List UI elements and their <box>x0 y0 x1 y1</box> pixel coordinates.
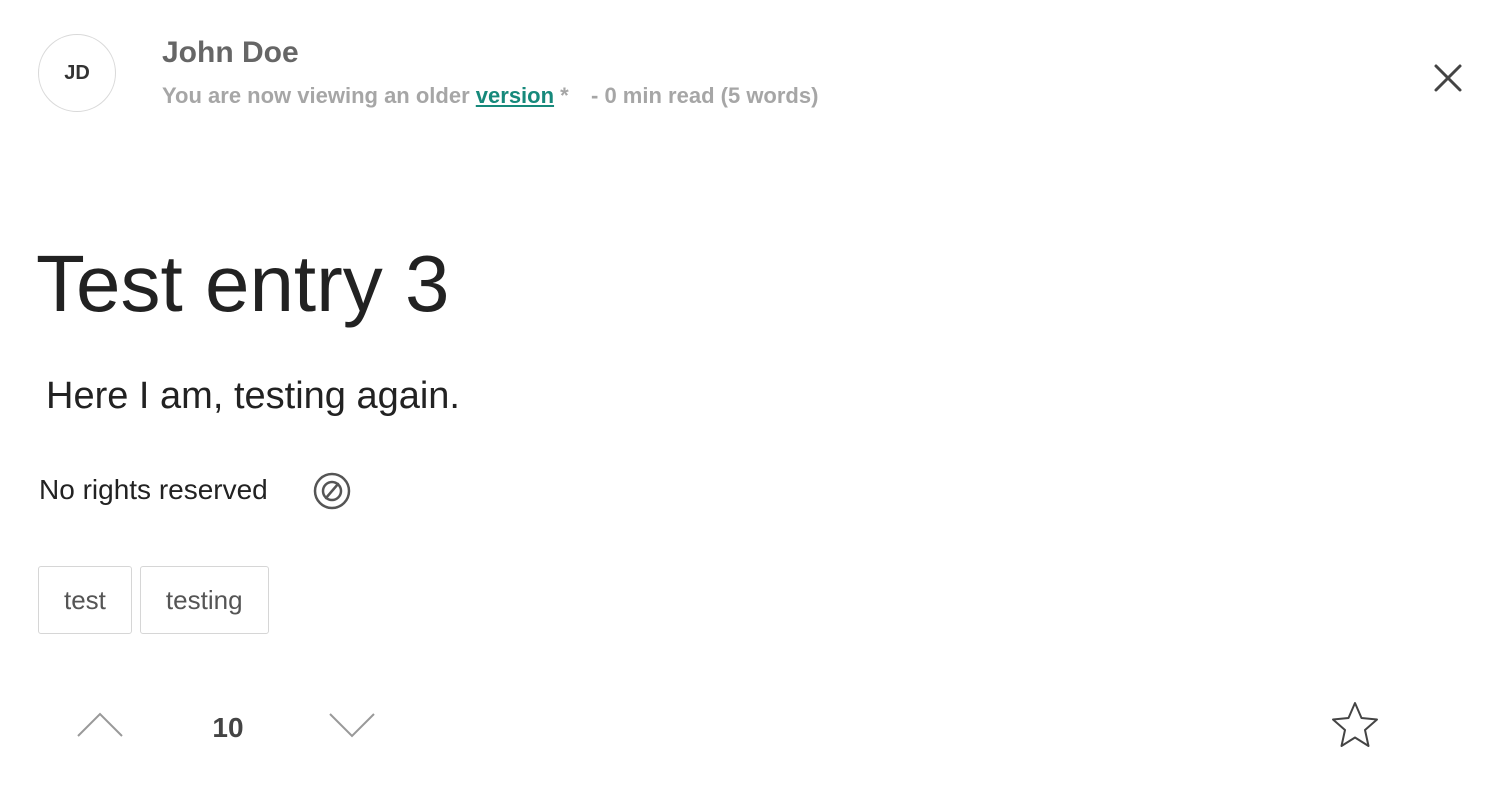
author-name[interactable]: John Doe <box>162 34 299 72</box>
version-link[interactable]: version <box>476 83 554 108</box>
close-button[interactable] <box>1428 58 1468 98</box>
tag-testing[interactable]: testing <box>139 566 269 634</box>
entry-page: JD John Doe You are now viewing an older… <box>0 0 1508 796</box>
vote-count: 10 <box>212 712 244 743</box>
upvote-button[interactable] <box>76 706 124 742</box>
downvote-button[interactable] <box>328 706 376 742</box>
chevron-down-icon <box>329 713 375 738</box>
close-icon <box>1434 64 1462 92</box>
license-button[interactable] <box>312 471 352 511</box>
tag-test[interactable]: test <box>38 566 132 634</box>
star-icon <box>1332 702 1378 747</box>
avatar[interactable]: JD <box>38 34 116 112</box>
meta-separator: - <box>590 83 599 108</box>
chevron-up-icon <box>77 712 123 737</box>
version-marker: * <box>560 83 569 108</box>
favorite-button[interactable] <box>1330 700 1380 750</box>
version-notice: You are now viewing an older <box>162 83 470 108</box>
avatar-initials: JD <box>64 61 90 84</box>
read-label: read <box>668 83 715 108</box>
entry-body: Here I am, testing again. <box>46 375 460 417</box>
license-text: No rights reserved <box>39 474 268 505</box>
no-copyright-icon <box>313 472 351 510</box>
entry-title: Test entry 3 <box>36 239 450 328</box>
tag-list: test testing <box>38 566 269 634</box>
read-time: 0 min <box>604 83 662 108</box>
word-count: (5 words) <box>720 83 819 108</box>
entry-meta: You are now viewing an older version * -… <box>162 82 818 110</box>
